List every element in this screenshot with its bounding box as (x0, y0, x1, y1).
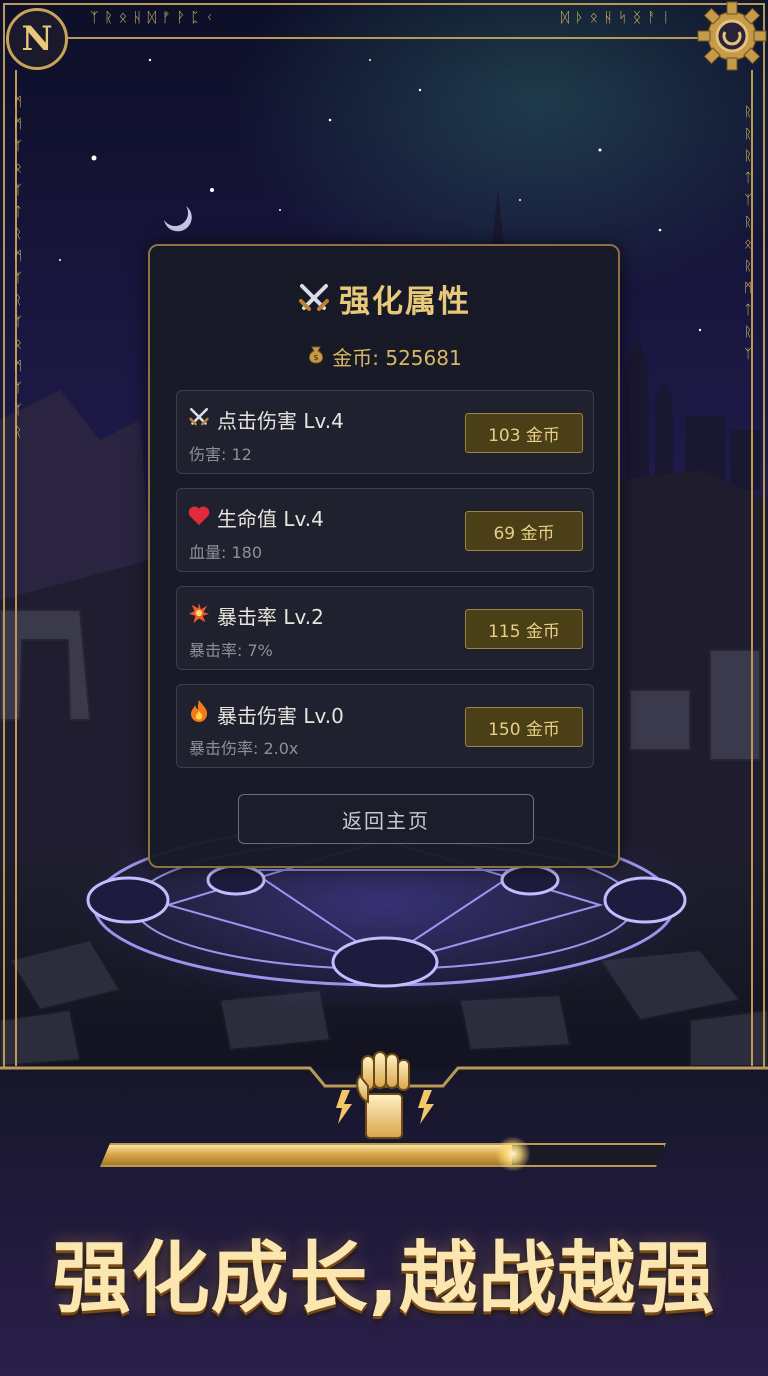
upgrade-row-crit-rate: 暴击率 Lv.2 暴击率: 7% 115 金币 (176, 586, 594, 670)
upgrade-row-click-damage: 点击伤害 Lv.4 伤害: 12 103 金币 (176, 390, 594, 474)
game-logo: N (6, 8, 68, 70)
upgrade-row-health: 生命值 Lv.4 血量: 180 69 金币 (176, 488, 594, 572)
svg-text:$: $ (314, 353, 319, 362)
upgrade-stat-value: 暴击率: 7% (189, 641, 273, 660)
buy-crit-damage-button[interactable]: 150 金币 (465, 707, 583, 747)
heart-icon (187, 506, 211, 531)
upgrade-stat-value: 血量: 180 (189, 543, 263, 562)
rune-column-right: ᚱ ᚱ ᚱ ᛏ ᛉ ᚱ ᛟ ᚱ ᛗ ᛏ ᚱ ᛉ (744, 105, 752, 362)
crossed-swords-icon (187, 406, 211, 433)
rune-banner-right: ᛞᚦᛟᚺᛋᛝᚨᛁ (560, 10, 676, 26)
gold-balance-text: 金币: 525681 (332, 346, 462, 370)
slogan: 强化成长,越战越强 (52, 1234, 716, 1324)
upgrade-stat-value: 伤害: 12 (189, 445, 252, 464)
fire-icon (187, 699, 211, 728)
rune-banner-left: ᛉᚱᛟᚺᛞᚠᚹᛈᚲ (90, 10, 220, 26)
progress-glow (495, 1136, 532, 1172)
raised-fist-icon (336, 1051, 434, 1139)
upgrade-stat-value: 暴击伤率: 2.0x (189, 739, 299, 758)
buy-click-damage-button[interactable]: 103 金币 (465, 413, 583, 453)
upgrade-row-crit-damage: 暴击伤害 Lv.0 暴击伤率: 2.0x 150 金币 (176, 684, 594, 768)
buy-health-button[interactable]: 69 金币 (465, 511, 583, 551)
burst-icon (187, 602, 211, 629)
upgrade-name: 暴击伤害 Lv.0 (217, 704, 344, 728)
rune-column-left: ᛗ ᛗ ᛉ ᛟ ᛉ ᛏ ᚱ ᛗ ᛉ ᚱ ᛉ ᛟ ᛗ ᛉ ᛉ ᚱ (14, 95, 22, 440)
back-home-button[interactable]: 返回主页 (238, 794, 534, 844)
gold-balance: $ 金币: 525681 (150, 342, 618, 371)
upgrade-name: 暴击率 Lv.2 (217, 605, 324, 629)
crossed-swords-icon (297, 281, 331, 323)
gear-icon[interactable] (696, 0, 768, 72)
upgrade-name: 生命值 Lv.4 (217, 507, 324, 531)
progress-fill (102, 1145, 512, 1165)
panel-title-text: 强化属性 (339, 284, 471, 320)
progress-bar (100, 1143, 666, 1167)
money-bag-icon: $ (306, 343, 326, 370)
upgrade-name: 点击伤害 Lv.4 (217, 409, 344, 433)
panel-title: 强化属性 (150, 276, 618, 323)
buy-crit-rate-button[interactable]: 115 金币 (465, 609, 583, 649)
upgrade-panel: 强化属性 $ 金币: 525681 点击伤害 Lv.4 伤害: 12 103 金… (148, 244, 620, 868)
